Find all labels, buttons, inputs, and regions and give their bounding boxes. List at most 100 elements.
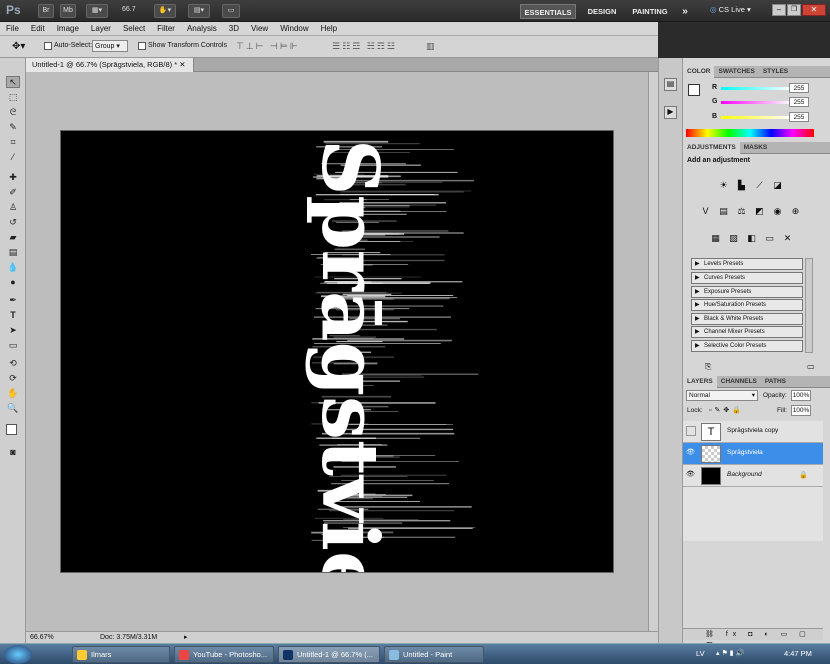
workspace-painting[interactable]: PAINTING (626, 4, 674, 19)
preset-channel-mixer[interactable]: Channel Mixer Presets (691, 326, 803, 338)
invert-icon[interactable]: ▦ (709, 232, 722, 245)
pen-tool-icon[interactable]: ✒ (6, 294, 20, 306)
distribute-buttons[interactable]: ☰☷☲ ☵☶☳ (332, 41, 397, 52)
tab-adjustments[interactable]: ADJUSTMENTS (683, 142, 740, 154)
vertical-scrollbar[interactable] (648, 72, 658, 631)
g-value[interactable]: 255 (789, 97, 809, 107)
levels-icon[interactable]: ▙ (735, 179, 748, 192)
foreground-color-swatch[interactable] (6, 424, 17, 435)
eye-icon[interactable]: 👁 (686, 448, 696, 458)
layers-footer-buttons[interactable]: ⛓ fx ◘ ◐ ▭ ▢ 🗑 (683, 628, 823, 650)
color-foreground-swatch[interactable] (688, 84, 700, 96)
taskbar-item-chrome[interactable]: YouTube - Photosho... (174, 646, 274, 663)
lock-icons[interactable]: ▫✎✥🔒 (709, 406, 744, 414)
show-transform-checkbox[interactable] (138, 42, 146, 50)
channel-mixer-icon[interactable]: ⊕ (789, 205, 802, 218)
menu-help[interactable]: Help (315, 22, 343, 36)
color-spectrum-bar[interactable] (686, 129, 814, 137)
menu-layer[interactable]: Layer (85, 22, 117, 36)
menu-image[interactable]: Image (51, 22, 85, 36)
b-value[interactable]: 255 (789, 112, 809, 122)
zoom-level[interactable]: 66.7 (122, 6, 136, 13)
screen-mode-button[interactable]: ▭ (222, 4, 240, 18)
healing-brush-tool-icon[interactable]: ✚ (6, 171, 20, 183)
document-tab[interactable]: Untitled-1 @ 66.7% (Sprāgstviela, RGB/8)… (26, 58, 194, 72)
crop-tool-icon[interactable]: ⌗ (6, 136, 20, 148)
language-indicator[interactable]: LV (696, 649, 705, 658)
align-buttons[interactable]: ⊤⊥⊢ ⊣⊨⊩ (236, 41, 300, 52)
tab-styles[interactable]: STYLES (759, 66, 792, 78)
minimize-button[interactable]: – (772, 4, 786, 16)
menu-3d[interactable]: 3D (223, 22, 245, 36)
view-extras-button[interactable]: ▦▾ (86, 4, 108, 18)
vibrance-icon[interactable]: V (699, 205, 712, 218)
fill-field[interactable]: 100% (791, 405, 811, 416)
taskbar-item-folder[interactable]: Ilmars (72, 646, 170, 663)
photo-filter-icon[interactable]: ◉ (771, 205, 784, 218)
type-tool-icon[interactable]: T (6, 309, 20, 321)
layer-row[interactable]: T Sprāgstviela copy (683, 421, 823, 443)
move-tool-icon[interactable]: ↖ (6, 76, 20, 88)
tab-channels[interactable]: CHANNELS (717, 376, 761, 388)
g-slider[interactable] (721, 101, 791, 104)
color-balance-icon[interactable]: ⚖ (735, 205, 748, 218)
adjustment-clip-icon[interactable]: ⎘ (705, 362, 711, 372)
bridge-button[interactable]: Br (38, 4, 54, 18)
tab-paths[interactable]: PATHS (761, 376, 790, 388)
selective-color-icon[interactable]: ✕ (781, 232, 794, 245)
more-workspaces-button[interactable]: » (678, 4, 692, 19)
quick-selection-tool-icon[interactable]: ✎ (6, 121, 20, 133)
brightness-contrast-icon[interactable]: ☀ (717, 179, 730, 192)
actions-panel-icon[interactable]: ▶ (664, 106, 677, 119)
auto-select-dropdown[interactable]: Group ▾ (92, 40, 128, 52)
preset-levels[interactable]: Levels Presets (691, 258, 803, 270)
menu-view[interactable]: View (245, 22, 274, 36)
menu-window[interactable]: Window (274, 22, 314, 36)
threshold-icon[interactable]: ◧ (745, 232, 758, 245)
gradient-map-icon[interactable]: ▭ (763, 232, 776, 245)
mini-bridge-button[interactable]: Mb (60, 4, 76, 18)
r-value[interactable]: 255 (789, 83, 809, 93)
quick-mask-icon[interactable]: ◙ (6, 446, 20, 458)
canvas[interactable]: Sprāgstviela (60, 130, 614, 573)
exposure-icon[interactable]: ◪ (771, 179, 784, 192)
hand-zoom-button[interactable]: ✋▾ (154, 4, 176, 18)
auto-align-layers-icon[interactable]: ▥ (426, 41, 435, 52)
opacity-field[interactable]: 100% (791, 390, 811, 401)
preset-selective-color[interactable]: Selective Color Presets (691, 340, 803, 352)
gradient-tool-icon[interactable]: ▤ (6, 246, 20, 258)
close-tab-icon[interactable]: ✕ (179, 60, 185, 69)
marquee-tool-icon[interactable]: ⬚ (6, 91, 20, 103)
preset-hue-saturation[interactable]: Hue/Saturation Presets (691, 299, 803, 311)
hand-tool-icon[interactable]: ✋ (6, 387, 20, 399)
posterize-icon[interactable]: ▨ (727, 232, 740, 245)
visibility-toggle[interactable] (686, 426, 696, 436)
b-slider[interactable] (721, 116, 791, 119)
presets-scrollbar[interactable] (805, 258, 813, 353)
preset-curves[interactable]: Curves Presets (691, 272, 803, 284)
preset-exposure[interactable]: Exposure Presets (691, 286, 803, 298)
eye-icon[interactable]: 👁 (686, 470, 696, 480)
tab-layers[interactable]: LAYERS (683, 376, 717, 388)
3d-orbit-tool-icon[interactable]: ⟳ (6, 372, 20, 384)
layer-row[interactable]: 👁 Background 🔒 (683, 465, 823, 487)
preset-black-white[interactable]: Black & White Presets (691, 313, 803, 325)
tab-masks[interactable]: MASKS (740, 142, 771, 154)
adjustment-menu-icon[interactable]: ▭ (807, 362, 815, 371)
black-white-icon[interactable]: ◩ (753, 205, 766, 218)
dodge-tool-icon[interactable]: ● (6, 276, 20, 288)
eyedropper-tool-icon[interactable]: ⁄ (6, 151, 20, 163)
move-tool-preset-icon[interactable]: ✥▾ (12, 41, 25, 52)
menu-file[interactable]: File (0, 22, 25, 36)
restore-button[interactable]: ❐ (787, 4, 801, 16)
taskbar-item-paint[interactable]: Untitled - Paint (384, 646, 484, 663)
workspace-essentials[interactable]: ESSENTIALS (520, 4, 576, 19)
tab-color[interactable]: COLOR (683, 66, 715, 78)
tab-swatches[interactable]: SWATCHES (714, 66, 758, 78)
history-brush-tool-icon[interactable]: ↺ (6, 216, 20, 228)
clock[interactable]: 4:47 PM (784, 649, 812, 658)
workspace-design[interactable]: DESIGN (582, 4, 622, 19)
3d-rotate-tool-icon[interactable]: ⟲ (6, 357, 20, 369)
clone-stamp-tool-icon[interactable]: ♙ (6, 201, 20, 213)
hue-saturation-icon[interactable]: ▤ (717, 205, 730, 218)
